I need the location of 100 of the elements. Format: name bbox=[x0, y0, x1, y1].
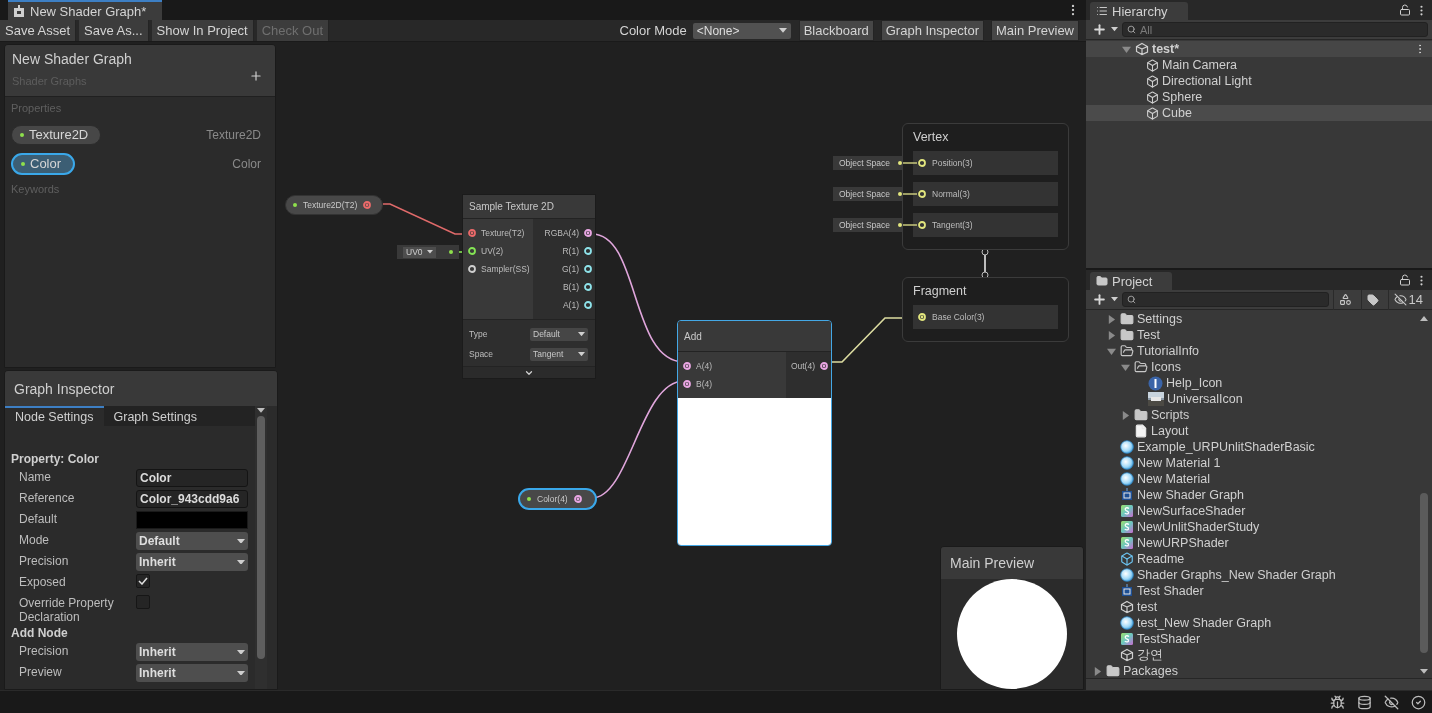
setting-label: Space bbox=[469, 349, 494, 360]
uv-dropdown[interactable]: UV0 bbox=[403, 246, 436, 258]
field-label: Precision bbox=[19, 643, 70, 658]
hierarchy-item[interactable]: Sphere bbox=[1086, 89, 1432, 105]
block-node[interactable]: Tangent(3) bbox=[913, 213, 1058, 237]
field-label: Name bbox=[19, 469, 52, 484]
dropdown[interactable]: Default bbox=[136, 532, 248, 550]
field-label: Default bbox=[19, 511, 59, 526]
asset-name[interactable]: test_New Shader Graph bbox=[1137, 616, 1272, 630]
object-name: Sphere bbox=[1162, 90, 1203, 104]
asset-name[interactable]: NewSurfaceShader bbox=[1137, 504, 1246, 518]
port-label: UV(2) bbox=[481, 246, 504, 257]
block-node[interactable]: Position(3) bbox=[913, 151, 1058, 175]
property-node[interactable]: Color(4) bbox=[518, 488, 597, 510]
field-label: Precision bbox=[19, 553, 70, 568]
asset-name[interactable]: Settings bbox=[1137, 312, 1183, 326]
port-label: Base Color(3) bbox=[932, 312, 985, 322]
asset-name[interactable]: NewURPShader bbox=[1137, 536, 1229, 550]
setting-dropdown[interactable]: Default bbox=[530, 327, 588, 341]
setting-dropdown[interactable]: Tangent bbox=[530, 347, 588, 361]
add-node[interactable]: Add A(4) B(4) Out(4) bbox=[677, 320, 832, 546]
port-label: Texture(T2) bbox=[481, 228, 525, 239]
property-pill[interactable]: Color bbox=[11, 152, 76, 175]
toolbar-toggle[interactable]: Main Preview bbox=[990, 20, 1079, 41]
port-label: G(1) bbox=[562, 264, 579, 275]
asset-name[interactable]: UniversalIcon bbox=[1167, 392, 1243, 406]
group-title: Add Node bbox=[11, 626, 68, 640]
hierarchy-item[interactable]: Main Camera bbox=[1086, 57, 1432, 73]
port-label: Tangent(3) bbox=[932, 220, 973, 230]
project-tab[interactable]: Project bbox=[1090, 272, 1173, 290]
color-mode-label: Color Mode bbox=[619, 23, 687, 38]
asset-name[interactable]: test bbox=[1137, 600, 1158, 614]
property-node[interactable]: Texture2D(T2) bbox=[285, 195, 383, 215]
dropdown[interactable]: Inherit bbox=[136, 553, 248, 571]
scene-name[interactable]: test* bbox=[1152, 42, 1180, 56]
asset-name[interactable]: NewUnlitShaderStudy bbox=[1137, 520, 1260, 534]
blackboard-title: New Shader Graph bbox=[12, 51, 132, 67]
port-label: Sampler(SS) bbox=[481, 264, 530, 275]
dropdown[interactable]: Inherit bbox=[136, 643, 248, 661]
block-node[interactable]: Normal(3) bbox=[913, 182, 1058, 206]
property-type: Color bbox=[232, 156, 261, 171]
setting-label: Type bbox=[469, 329, 488, 340]
space-input[interactable]: Object Space bbox=[833, 218, 905, 232]
port-label: RGBA(4) bbox=[544, 228, 579, 239]
dropdown[interactable]: Inherit bbox=[136, 664, 248, 682]
text-field[interactable]: Color bbox=[136, 469, 248, 487]
asset-name[interactable]: TestShader bbox=[1137, 632, 1201, 646]
hierarchy-tab[interactable]: Hierarchy bbox=[1090, 2, 1188, 20]
toolbar-toggle[interactable]: Graph Inspector bbox=[880, 20, 984, 41]
asset-name[interactable]: Scripts bbox=[1151, 408, 1190, 422]
asset-name[interactable]: TutorialInfo bbox=[1137, 344, 1200, 358]
inspector-tab[interactable]: Node Settings bbox=[5, 406, 104, 426]
port-label: B(1) bbox=[562, 282, 579, 293]
space-input[interactable]: Object Space bbox=[833, 156, 905, 170]
asset-name[interactable]: Example_URPUnlitShaderBasic bbox=[1137, 440, 1315, 454]
node-title: Sample Texture 2D bbox=[469, 201, 554, 213]
space-input[interactable]: Object Space bbox=[833, 187, 905, 201]
asset-name[interactable]: Layout bbox=[1151, 424, 1189, 438]
block-node[interactable]: Base Color(3) bbox=[913, 305, 1058, 329]
toolbar-button[interactable]: Save As... bbox=[79, 20, 149, 41]
field-label: Mode bbox=[19, 532, 51, 547]
asset-name[interactable]: Test Shader bbox=[1137, 584, 1204, 598]
asset-name[interactable]: Packages bbox=[1123, 664, 1178, 678]
toolbar-button[interactable]: Show In Project bbox=[151, 20, 254, 41]
asset-name[interactable]: 강연 bbox=[1137, 646, 1163, 664]
property-type: Texture2D bbox=[206, 127, 261, 142]
port-label: Normal(3) bbox=[932, 189, 970, 199]
sample-texture-node[interactable]: Sample Texture 2D Texture(T2) UV(2) Sampler(SS) RGBA(4) R(1) G(1) B(1) A(1) Type Default Space Tangent bbox=[462, 194, 596, 379]
preview-title: Main Preview bbox=[950, 555, 1035, 571]
asset-name[interactable]: Shader Graphs_New Shader Graph bbox=[1137, 568, 1336, 582]
text-field[interactable]: Color_943cdd9a6 bbox=[136, 490, 248, 508]
toolbar-toggle[interactable]: Blackboard bbox=[798, 20, 874, 41]
hidden-packages-button[interactable]: 14 bbox=[1387, 289, 1428, 310]
asset-name[interactable]: New Material 1 bbox=[1137, 456, 1221, 470]
port-label: Position(3) bbox=[932, 158, 973, 168]
asset-name[interactable]: Readme bbox=[1137, 552, 1185, 566]
object-name: Cube bbox=[1162, 106, 1192, 120]
hierarchy-item[interactable]: Directional Light bbox=[1086, 73, 1432, 89]
asset-name[interactable]: Icons bbox=[1151, 360, 1181, 374]
asset-name[interactable]: New Material bbox=[1137, 472, 1210, 486]
field-label: Override Property Declaration bbox=[19, 595, 115, 624]
inspector-title: Graph Inspector bbox=[14, 380, 115, 397]
hierarchy-item[interactable]: Cube bbox=[1086, 105, 1432, 121]
object-name: Main Camera bbox=[1162, 58, 1238, 72]
field-label: Reference bbox=[19, 490, 76, 505]
window-tab[interactable]: New Shader Graph* bbox=[8, 0, 163, 20]
object-name: Directional Light bbox=[1162, 74, 1252, 88]
context-title: Vertex bbox=[913, 130, 950, 146]
port-label: B(4) bbox=[696, 379, 713, 389]
toolbar-button[interactable]: Save Asset bbox=[0, 20, 77, 41]
asset-name[interactable]: Test bbox=[1137, 328, 1160, 342]
context-title: Fragment bbox=[913, 284, 968, 300]
asset-name[interactable]: New Shader Graph bbox=[1137, 488, 1244, 502]
node-title: Add bbox=[684, 330, 702, 342]
field-label: Exposed bbox=[19, 574, 67, 589]
color-mode-dropdown[interactable]: <None> bbox=[692, 22, 791, 39]
asset-name[interactable]: Help_Icon bbox=[1166, 376, 1223, 390]
property-pill[interactable]: Texture2D bbox=[11, 124, 102, 145]
field-label: Preview bbox=[19, 664, 63, 679]
port-label: A(1) bbox=[562, 300, 579, 311]
